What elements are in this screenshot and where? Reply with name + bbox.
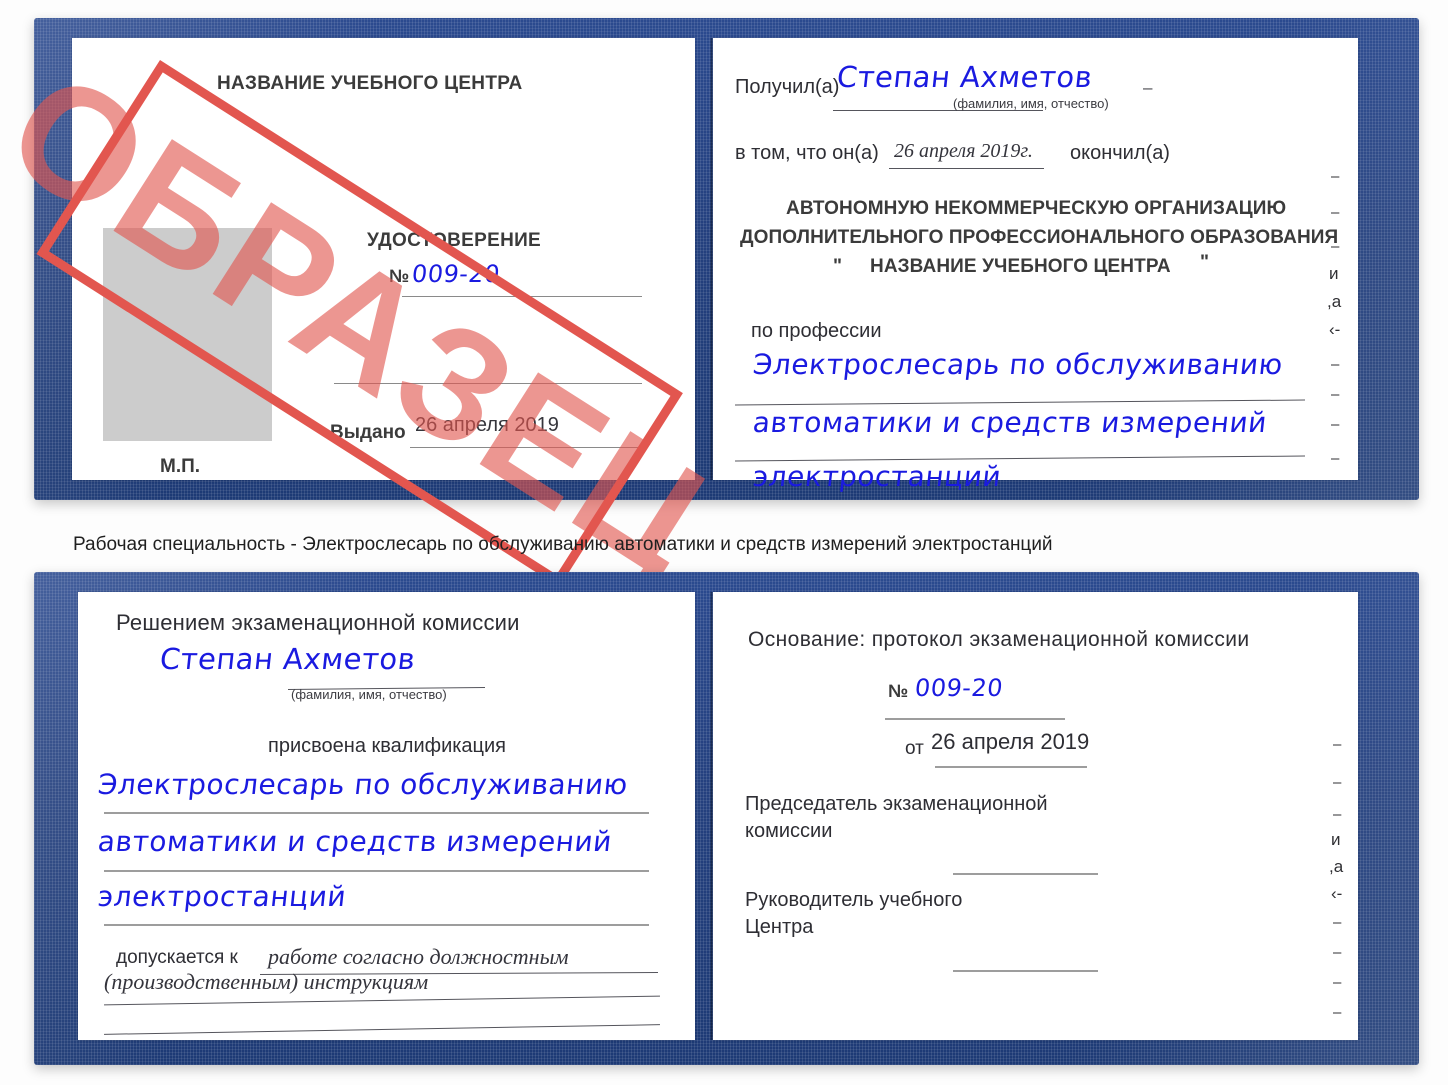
profession-line3: электростанций: [751, 460, 1003, 493]
date-rule-bottom: [935, 766, 1087, 768]
number-value-bottom: 009-20: [913, 674, 1005, 702]
head-line2: Центра: [745, 916, 814, 938]
date-label-bottom: от: [905, 738, 924, 759]
issued-label: Выдано: [330, 422, 406, 443]
number-label-bottom: №: [888, 681, 909, 701]
head-signature-rule: [953, 970, 1098, 972]
number-value-top: 009-20: [410, 260, 502, 288]
org-quote-open-top: ": [833, 256, 843, 277]
qual-rule3: [104, 924, 649, 926]
chairman-signature-rule: [953, 873, 1098, 875]
in-that-label: в том, что он(а): [735, 142, 879, 164]
number-rule-top: [402, 296, 642, 297]
org-line1-top: АВТОНОМНУЮ НЕКОММЕРЧЕСКУЮ ОРГАНИЗАЦИЮ: [786, 198, 1287, 219]
chairman-line2: комиссии: [745, 820, 833, 842]
admitted-label: допускается к: [116, 947, 238, 968]
chairman-line1: Председатель экзаменационной: [745, 793, 1048, 815]
number-rule-bottom: [885, 718, 1065, 720]
certificate-bottom-left-page: Решением экзаменационной комиссии Степан…: [78, 592, 695, 1040]
qual-rule2: [104, 870, 649, 872]
org-line2-top: ДОПОЛНИТЕЛЬНОГО ПРОФЕССИОНАЛЬНОГО ОБРАЗО…: [740, 227, 1339, 248]
issued-value: 26 апреля 2019: [415, 414, 559, 436]
qual-line2: автоматики и средств измерений: [96, 825, 614, 858]
org-line3-top: НАЗВАНИЕ УЧЕБНОГО ЦЕНТРА: [870, 256, 1171, 277]
dash-mark-top: –: [1143, 78, 1153, 97]
received-label: Получил(а): [735, 76, 840, 98]
admitted-rule2: [104, 995, 660, 1006]
admitted-value1: работе согласно должностным: [268, 944, 569, 969]
qual-rule1: [104, 812, 649, 814]
decision-name-value: Степан Ахметов: [158, 642, 418, 676]
screenshot-root: НАЗВАНИЕ УЧЕБНОГО ЦЕНТРА УДОСТОВЕРЕНИЕ №…: [0, 0, 1448, 1085]
head-line1: Руководитель учебного: [745, 889, 963, 911]
blank-rule-top: [334, 383, 642, 384]
in-that-rule: [889, 168, 1044, 169]
basis-label: Основание: протокол экзаменационной коми…: [748, 628, 1250, 651]
photo-placeholder: [103, 228, 272, 441]
fio-hint-top: (фамилия, имя, отчество): [953, 96, 1109, 111]
fio-hint-bottom: (фамилия, имя, отчество): [291, 687, 447, 702]
in-that-value: 26 апреля 2019г.: [894, 140, 1033, 162]
issued-rule: [410, 447, 642, 448]
certificate-bottom-right-page: Основание: протокол экзаменационной коми…: [713, 592, 1358, 1040]
profession-line1: Электрослесарь по обслуживанию: [751, 348, 1285, 381]
admitted-value2: (производственным) инструкциям: [104, 969, 429, 994]
profession-line2: автоматики и средств измерений: [751, 406, 1269, 439]
certificate-top-left-page: НАЗВАНИЕ УЧЕБНОГО ЦЕНТРА УДОСТОВЕРЕНИЕ №…: [0, 37, 740, 610]
qual-line3: электростанций: [96, 880, 348, 913]
finished-label: окончил(а): [1070, 142, 1170, 164]
page-caption: Рабочая специальность - Электрослесарь п…: [73, 534, 1053, 555]
certificate-top-right-page: Получил(а) Степан Ахметов (фамилия, имя,…: [713, 38, 1358, 493]
profession-rule1: [735, 399, 1305, 406]
admitted-rule3: [104, 1024, 660, 1035]
seal-label: М.П.: [160, 456, 201, 477]
number-label-top: №: [389, 266, 410, 286]
profession-label: по профессии: [751, 320, 882, 342]
date-value-bottom: 26 апреля 2019: [931, 729, 1090, 754]
doc-type-label: УДОСТОВЕРЕНИЕ: [367, 230, 542, 251]
qual-line1: Электрослесарь по обслуживанию: [96, 768, 630, 801]
received-value: Степан Ахметов: [835, 60, 1095, 94]
qualification-label: присвоена квалификация: [268, 735, 507, 757]
org-title-top-left: НАЗВАНИЕ УЧЕБНОГО ЦЕНТРА: [217, 73, 523, 94]
decision-title: Решением экзаменационной комиссии: [116, 610, 520, 635]
org-quote-close-top: ": [1200, 252, 1210, 273]
